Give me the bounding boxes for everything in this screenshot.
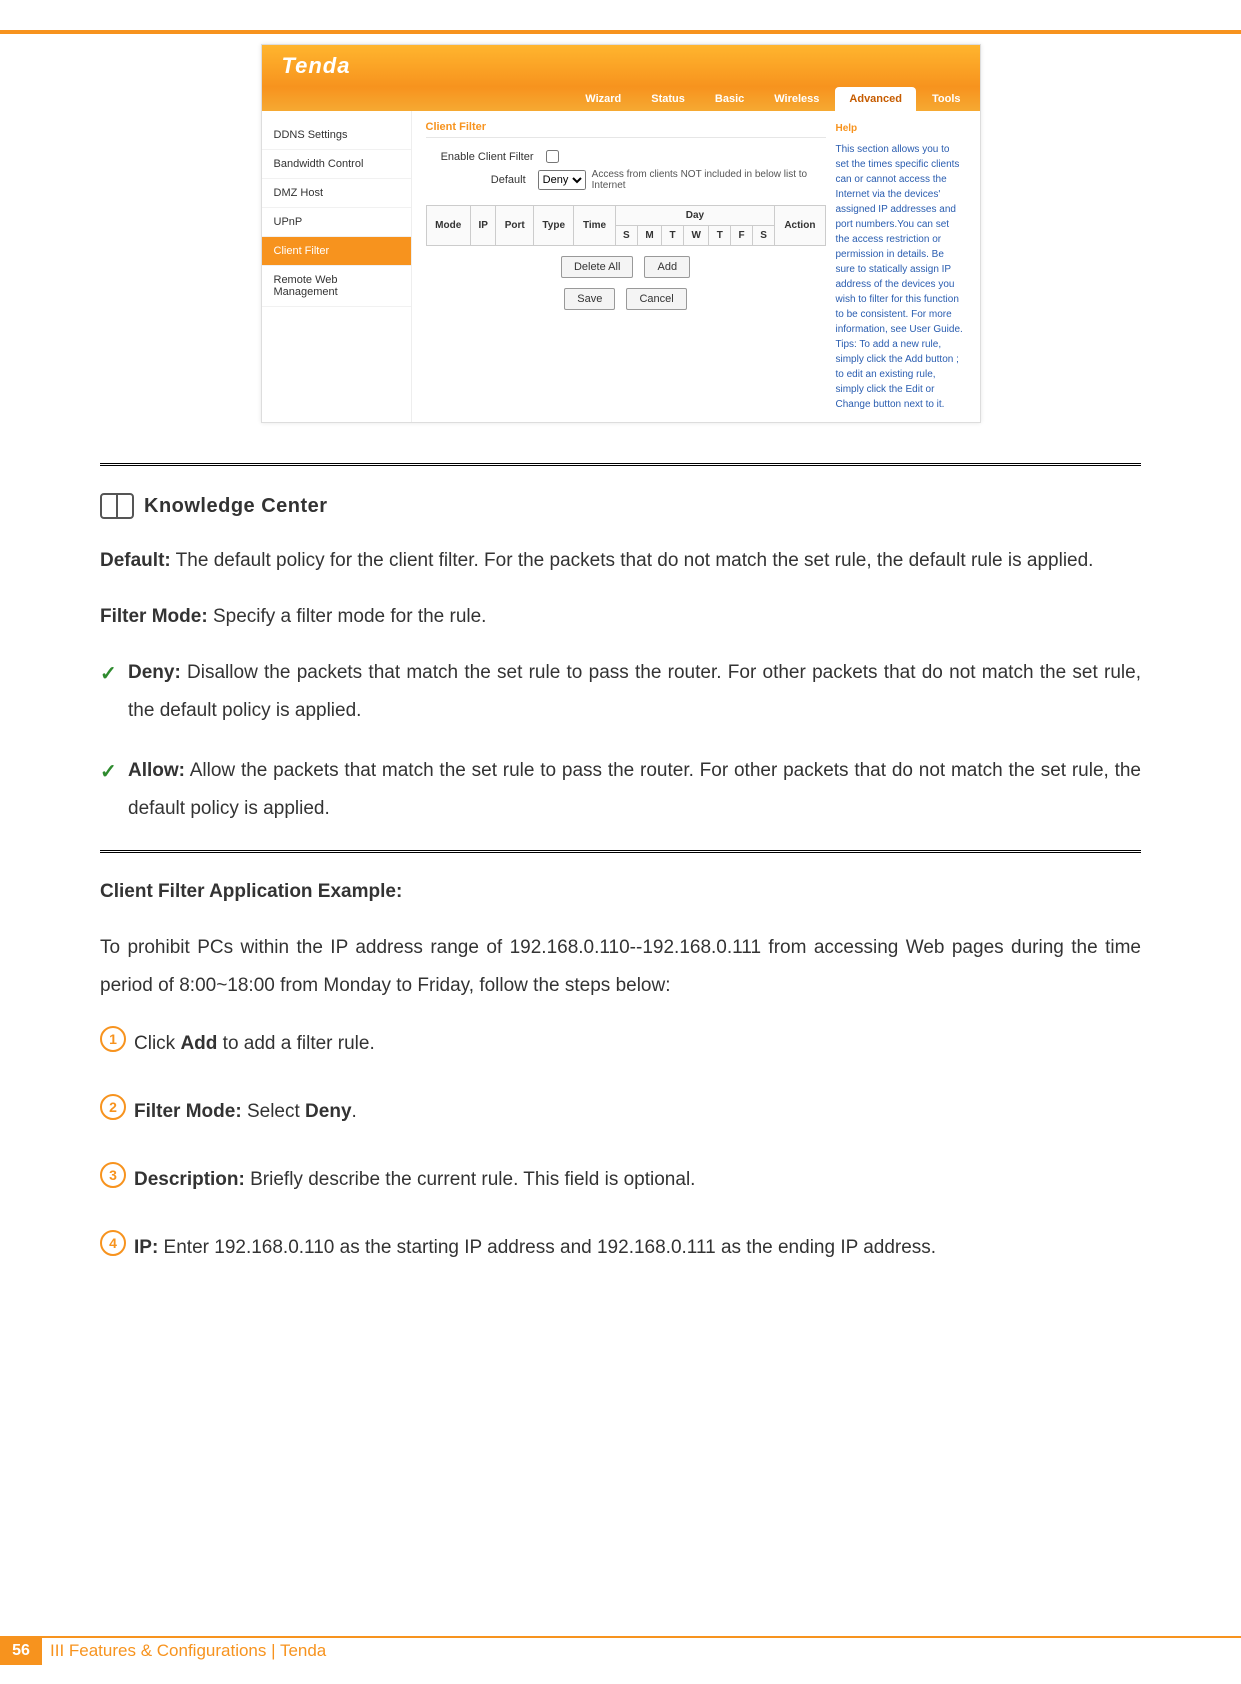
footer-text: III Features & Configurations | Tenda (42, 1641, 326, 1661)
tab-basic[interactable]: Basic (701, 87, 758, 111)
kc-default-text: The default policy for the client filter… (171, 550, 1094, 571)
th-action: Action (775, 206, 825, 246)
th-day-w: W (683, 226, 709, 246)
tab-wireless[interactable]: Wireless (760, 87, 833, 111)
add-button[interactable]: Add (644, 256, 690, 278)
th-ip: IP (470, 206, 496, 246)
default-select[interactable]: Deny (538, 170, 586, 190)
th-day-s2: S (752, 226, 774, 246)
cancel-button[interactable]: Cancel (626, 288, 686, 310)
kc-filtermode-para: Filter Mode: Specify a filter mode for t… (100, 598, 1141, 636)
th-day: Day (615, 206, 775, 226)
divider-top (100, 463, 1141, 466)
th-day-s1: S (615, 226, 637, 246)
step4-b: IP: (134, 1237, 158, 1258)
kc-allow-label: Allow: (128, 760, 185, 781)
sidebar-item-upnp[interactable]: UPnP (262, 208, 411, 237)
sidebar-item-dmz[interactable]: DMZ Host (262, 179, 411, 208)
th-time: Time (574, 206, 615, 246)
book-icon (100, 493, 134, 519)
tab-tools[interactable]: Tools (918, 87, 975, 111)
step-2: Filter Mode: Select Deny. (134, 1093, 1141, 1131)
step2-mid: Select (242, 1101, 305, 1122)
th-day-m: M (637, 226, 661, 246)
page-footer: 56 III Features & Configurations | Tenda (0, 1636, 1241, 1664)
step2-b2: Deny (305, 1101, 351, 1122)
kc-default-para: Default: The default policy for the clie… (100, 542, 1141, 580)
step1-pre: Click (134, 1033, 180, 1054)
help-text: This section allows you to set the times… (836, 142, 966, 412)
rules-table: Mode IP Port Type Time Day Action S M T (426, 205, 826, 246)
kc-filtermode-text: Specify a filter mode for the rule. (208, 606, 487, 627)
kc-allow-item: Allow: Allow the packets that match the … (128, 752, 1141, 828)
default-note: Access from clients NOT included in belo… (592, 169, 826, 191)
step2-b1: Filter Mode: (134, 1101, 242, 1122)
help-title: Help (836, 121, 966, 136)
router-header: Tenda (262, 45, 980, 87)
step1-post: to add a filter rule. (217, 1033, 374, 1054)
client-filter-form: Client Filter Enable Client Filter Defau… (426, 121, 826, 412)
enable-client-filter-checkbox[interactable] (546, 150, 559, 163)
page-number: 56 (0, 1637, 42, 1665)
example-title: Client Filter Application Example: (100, 873, 1141, 911)
router-sidebar: DDNS Settings Bandwidth Control DMZ Host… (262, 111, 412, 422)
panel-title: Client Filter (426, 121, 826, 138)
th-type: Type (533, 206, 573, 246)
step-3: Description: Briefly describe the curren… (134, 1161, 1141, 1199)
step3-b: Description: (134, 1169, 245, 1190)
th-mode: Mode (426, 206, 470, 246)
th-day-t2: T (709, 226, 731, 246)
step4-text: Enter 192.168.0.110 as the starting IP a… (158, 1237, 936, 1258)
help-panel: Help This section allows you to set the … (826, 121, 966, 412)
save-button[interactable]: Save (564, 288, 615, 310)
tab-status[interactable]: Status (637, 87, 699, 111)
tab-advanced[interactable]: Advanced (835, 87, 916, 111)
router-admin-panel: Tenda Wizard Status Basic Wireless Advan… (261, 44, 981, 423)
step-1: Click Add to add a filter rule. (134, 1025, 1141, 1063)
sidebar-item-bandwidth[interactable]: Bandwidth Control (262, 150, 411, 179)
kc-deny-text: Disallow the packets that match the set … (128, 662, 1141, 721)
step3-text: Briefly describe the current rule. This … (245, 1169, 696, 1190)
tenda-logo: Tenda (282, 53, 351, 79)
sidebar-item-ddns[interactable]: DDNS Settings (262, 121, 411, 150)
tab-wizard[interactable]: Wizard (571, 87, 635, 111)
kc-filtermode-label: Filter Mode: (100, 606, 208, 627)
th-day-t1: T (662, 226, 684, 246)
kc-allow-text: Allow the packets that match the set rul… (128, 760, 1141, 819)
th-port: Port (496, 206, 534, 246)
th-day-f: F (731, 226, 753, 246)
sidebar-item-remote-web[interactable]: Remote Web Management (262, 266, 411, 307)
default-label: Default (426, 174, 538, 186)
sidebar-item-client-filter[interactable]: Client Filter (262, 237, 411, 266)
step-4: IP: Enter 192.168.0.110 as the starting … (134, 1229, 1141, 1267)
knowledge-center-title: Knowledge Center (144, 486, 328, 526)
kc-deny-item: Deny: Disallow the packets that match th… (128, 654, 1141, 730)
delete-all-button[interactable]: Delete All (561, 256, 633, 278)
example-intro: To prohibit PCs within the IP address ra… (100, 929, 1141, 1005)
step1-bold: Add (180, 1033, 217, 1054)
enable-client-filter-label: Enable Client Filter (426, 151, 546, 163)
kc-default-label: Default: (100, 550, 171, 571)
router-tab-bar: Wizard Status Basic Wireless Advanced To… (262, 87, 980, 111)
step2-post: . (352, 1101, 357, 1122)
divider-bottom (100, 850, 1141, 853)
kc-deny-label: Deny: (128, 662, 181, 683)
